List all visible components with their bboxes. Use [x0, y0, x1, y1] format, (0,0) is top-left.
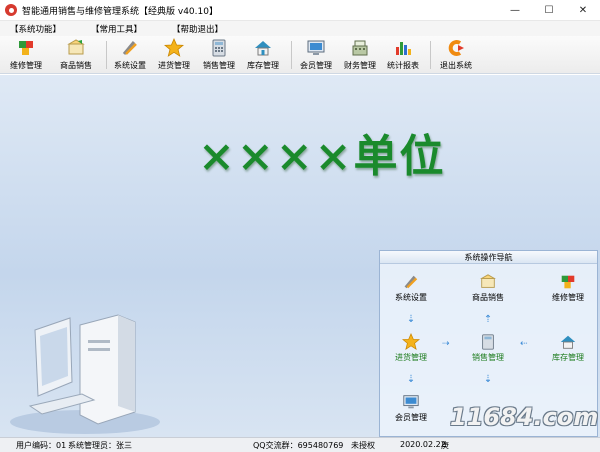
status-admin: 系统管理员：张三 [68, 441, 132, 450]
menu-system-functions[interactable]: 【系统功能】 [10, 23, 61, 35]
wrench-pencil-icon [120, 38, 140, 58]
nav-goods-sales-node[interactable]: 商品销售 [460, 273, 516, 303]
arrow-left-icon: ⇠ [520, 339, 528, 349]
nav-settings-node[interactable]: 系统设置 [383, 273, 439, 303]
nav-purchase-node[interactable]: 进货管理 [383, 333, 439, 363]
goods-box-icon [479, 273, 497, 291]
menu-bar: 【系统功能】 【常用工具】 【帮助退出】 [0, 20, 600, 36]
goods-box-icon [66, 38, 86, 58]
nav-member-node[interactable]: 会员管理 [383, 393, 439, 423]
house-icon [559, 333, 577, 351]
exit-icon [446, 38, 466, 58]
toolbar-purchase-button[interactable]: 进货管理 [158, 38, 190, 72]
status-bar: 用户编码：01 系统管理员：张三 QQ交流群：695480769 未授权 202… [0, 437, 600, 452]
status-extra: 庚 [441, 441, 449, 450]
nav-repair-node[interactable]: 维修管理 [540, 273, 596, 303]
toolbar-repair-button[interactable]: 维修管理 [10, 38, 42, 72]
cubes-icon [16, 38, 36, 58]
cubes-icon [559, 273, 577, 291]
arrow-down-icon: ⇣ [406, 373, 416, 385]
arrow-down-icon: ⇣ [406, 313, 416, 325]
star-icon [164, 38, 184, 58]
maximize-button[interactable]: ☐ [532, 0, 566, 20]
close-button[interactable]: ✕ [566, 0, 600, 20]
monitor-icon [306, 38, 326, 58]
toolbar: 维修管理 商品销售 系统设置 进货管理 销售管理 库存管理 会员管理 财务管理 … [0, 36, 600, 74]
nav-sales-node[interactable]: 销售管理 [460, 333, 516, 363]
toolbar-finance-button[interactable]: 财务管理 [344, 38, 376, 72]
calculator-icon [479, 333, 497, 351]
status-date: 2020.02.22 [400, 440, 446, 449]
status-user-code: 用户编码：01 [16, 441, 67, 450]
house-icon [253, 38, 273, 58]
toolbar-separator [291, 41, 292, 69]
main-area: ××××单位 系统操作导航 系统设置 商品销售 维修管理 ⇣ ⇡ 进货管理 ⇢ … [0, 75, 600, 437]
site-watermark: 11684.com [450, 403, 599, 431]
wrench-pencil-icon [402, 273, 420, 291]
toolbar-separator [430, 41, 431, 69]
bar-chart-icon [393, 38, 413, 58]
toolbar-stock-button[interactable]: 库存管理 [247, 38, 279, 72]
arrow-up-icon: ⇡ [483, 313, 493, 325]
toolbar-separator [106, 41, 107, 69]
toolbar-exit-button[interactable]: 退出系统 [440, 38, 472, 72]
toolbar-reports-button[interactable]: 统计报表 [387, 38, 419, 72]
nav-panel-title: 系统操作导航 [380, 251, 597, 264]
status-qq-group: QQ交流群：695480769 [253, 441, 344, 450]
toolbar-settings-button[interactable]: 系统设置 [114, 38, 146, 72]
monitor-icon [402, 393, 420, 411]
title-bar: 智能通用销售与维修管理系统【经典版 v40.10】 — ☐ ✕ [0, 0, 600, 20]
computer-illustration [10, 300, 170, 437]
app-logo-icon [5, 4, 17, 16]
cash-register-icon [350, 38, 370, 58]
arrow-right-icon: ⇢ [442, 339, 450, 349]
toolbar-member-button[interactable]: 会员管理 [300, 38, 332, 72]
menu-help-exit[interactable]: 【帮助退出】 [172, 23, 223, 35]
company-name: ××××单位 [198, 131, 446, 182]
menu-common-tools[interactable]: 【常用工具】 [91, 23, 142, 35]
toolbar-sales-button[interactable]: 销售管理 [203, 38, 235, 72]
window-title: 智能通用销售与维修管理系统【经典版 v40.10】 [22, 6, 218, 17]
nav-stock-node[interactable]: 库存管理 [540, 333, 596, 363]
calculator-icon [209, 38, 229, 58]
star-icon [402, 333, 420, 351]
toolbar-goods-sales-button[interactable]: 商品销售 [60, 38, 92, 72]
minimize-button[interactable]: — [498, 0, 532, 20]
arrow-down-icon: ⇣ [483, 373, 493, 385]
status-license: 未授权 [351, 441, 375, 450]
